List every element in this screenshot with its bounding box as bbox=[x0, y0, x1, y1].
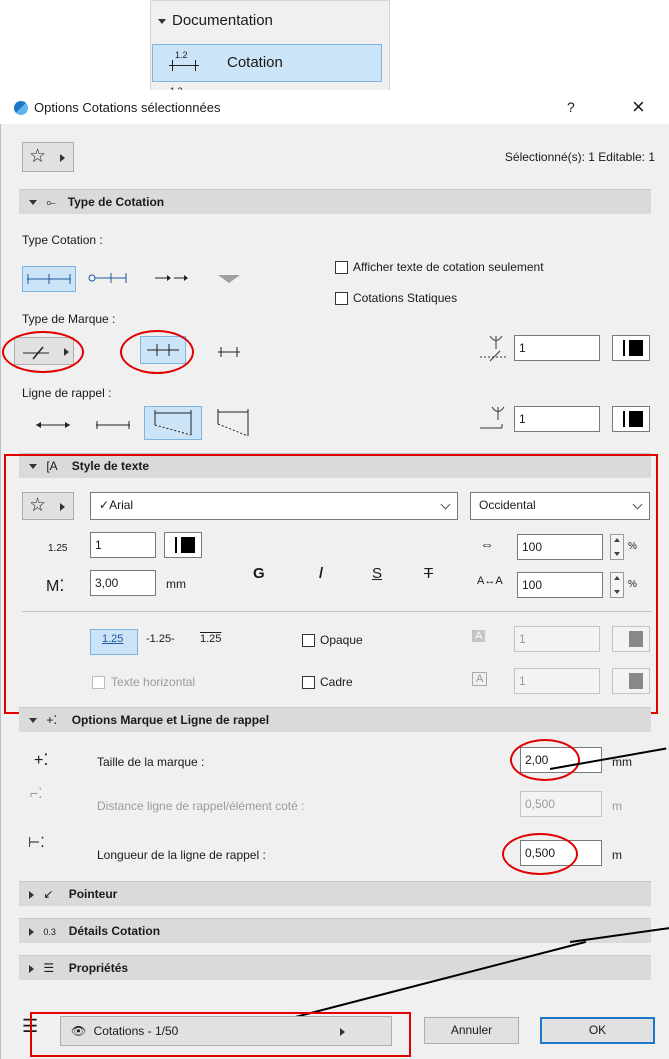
expand-arrow-icon bbox=[29, 890, 34, 899]
witness-short-icon[interactable] bbox=[92, 412, 134, 438]
chevron-right-icon bbox=[60, 154, 65, 162]
dimension-tool-icon: 1.2 bbox=[169, 50, 199, 73]
distance-unit: m bbox=[612, 799, 622, 813]
marker-size-label: Taille de la marque : bbox=[97, 755, 205, 769]
marker-pen-input[interactable]: 1 bbox=[514, 335, 600, 361]
witness-line-label: Ligne de rappel : bbox=[22, 386, 112, 400]
static-checkbox[interactable] bbox=[335, 292, 348, 305]
marker-type-label: Type de Marque : bbox=[22, 312, 116, 326]
section-type-cotation[interactable]: ⟜ Type de Cotation bbox=[19, 189, 651, 214]
marker-pen-color[interactable] bbox=[612, 335, 650, 361]
witness-pen-color[interactable] bbox=[612, 406, 650, 432]
marker-options-icon: +⁚ bbox=[46, 713, 58, 727]
static-label: Cotations Statiques bbox=[353, 291, 458, 305]
section-properties[interactable]: ☰ Propriétés bbox=[19, 955, 651, 980]
help-button[interactable]: ? bbox=[567, 99, 575, 115]
selection-info: Sélectionné(s): 1 Editable: 1 bbox=[504, 150, 655, 164]
linear-dimension-button[interactable] bbox=[22, 266, 76, 292]
distance-input[interactable]: 0,500 bbox=[520, 791, 602, 817]
section-title: Options Marque et Ligne de rappel bbox=[71, 713, 270, 727]
section-marker-options[interactable]: +⁚ Options Marque et Ligne de rappel bbox=[19, 707, 651, 732]
expand-arrow-icon[interactable] bbox=[158, 18, 166, 24]
witness-length-unit: m bbox=[612, 848, 622, 862]
witness-fixed-icon[interactable] bbox=[212, 406, 256, 440]
witness-full-icon[interactable] bbox=[32, 412, 74, 438]
section-details[interactable]: 0.3 Détails Cotation bbox=[19, 918, 651, 943]
chain-dimension-icon bbox=[27, 274, 71, 284]
marker-pen-icon bbox=[480, 335, 506, 362]
witness-pen-input[interactable]: 1 bbox=[514, 406, 600, 432]
ok-button[interactable]: OK bbox=[540, 1017, 655, 1044]
show-text-only-checkbox[interactable] bbox=[335, 261, 348, 274]
tick-marker-icon[interactable] bbox=[214, 339, 244, 363]
level-dimension-icon[interactable] bbox=[214, 266, 244, 290]
section-title: Propriétés bbox=[68, 961, 129, 975]
dialog-title: Options Cotations sélectionnées bbox=[34, 100, 221, 115]
marker-size-icon: +⁚ bbox=[34, 752, 49, 769]
show-text-only-label: Afficher texte de cotation seulement bbox=[353, 260, 544, 274]
marker-size-highlight bbox=[510, 739, 580, 781]
section-title: Détails Cotation bbox=[68, 924, 161, 938]
marker-type-highlight bbox=[2, 331, 84, 373]
details-icon: 0.3 bbox=[43, 927, 56, 937]
expand-arrow-icon bbox=[29, 964, 34, 973]
witness-dynamic-button[interactable] bbox=[144, 406, 202, 440]
witness-length-highlight bbox=[502, 833, 578, 875]
type-cotation-label: Type Cotation : bbox=[22, 233, 103, 247]
witness-length-label: Longueur de la ligne de rappel : bbox=[97, 848, 266, 862]
expand-arrow-icon bbox=[29, 927, 34, 936]
layer-highlight bbox=[30, 1012, 411, 1057]
favorites-button[interactable]: ☆ bbox=[22, 142, 74, 172]
elevation-dimension-icon[interactable] bbox=[86, 266, 132, 290]
cumulative-dimension-icon[interactable] bbox=[152, 266, 190, 290]
folder-label: Documentation bbox=[172, 12, 273, 29]
archicad-logo-icon bbox=[14, 101, 28, 115]
section-title: Pointeur bbox=[68, 887, 118, 901]
witness-length-icon: ⊢⁚ bbox=[28, 834, 45, 850]
section-title: Type de Cotation bbox=[67, 195, 165, 209]
witness-dynamic-icon bbox=[154, 410, 192, 436]
cotation-item[interactable]: 1.2 Cotation bbox=[152, 44, 382, 82]
witness-pen-icon bbox=[480, 406, 505, 429]
cancel-button[interactable]: Annuler bbox=[424, 1017, 519, 1044]
distance-icon: ⌐⁚ bbox=[30, 785, 43, 801]
dimension-type-icon: ⟜ bbox=[46, 195, 56, 209]
document-icon: ☰ bbox=[43, 961, 55, 975]
pointer-icon: ↙ bbox=[43, 887, 54, 901]
star-icon: ☆ bbox=[29, 146, 47, 167]
cross-marker-highlight bbox=[120, 330, 194, 374]
collapse-arrow-icon bbox=[29, 200, 37, 206]
documentation-folder[interactable]: Documentation bbox=[158, 12, 383, 36]
section-pointer[interactable]: ↙ Pointeur bbox=[19, 881, 651, 906]
title-bar: Options Cotations sélectionnées ? × bbox=[0, 90, 669, 124]
collapse-arrow-icon bbox=[29, 718, 37, 724]
distance-label: Distance ligne de rappel/élément coté : bbox=[97, 799, 305, 813]
text-style-highlight bbox=[4, 454, 658, 714]
close-button[interactable]: × bbox=[632, 94, 645, 120]
cotation-label: Cotation bbox=[227, 54, 283, 71]
